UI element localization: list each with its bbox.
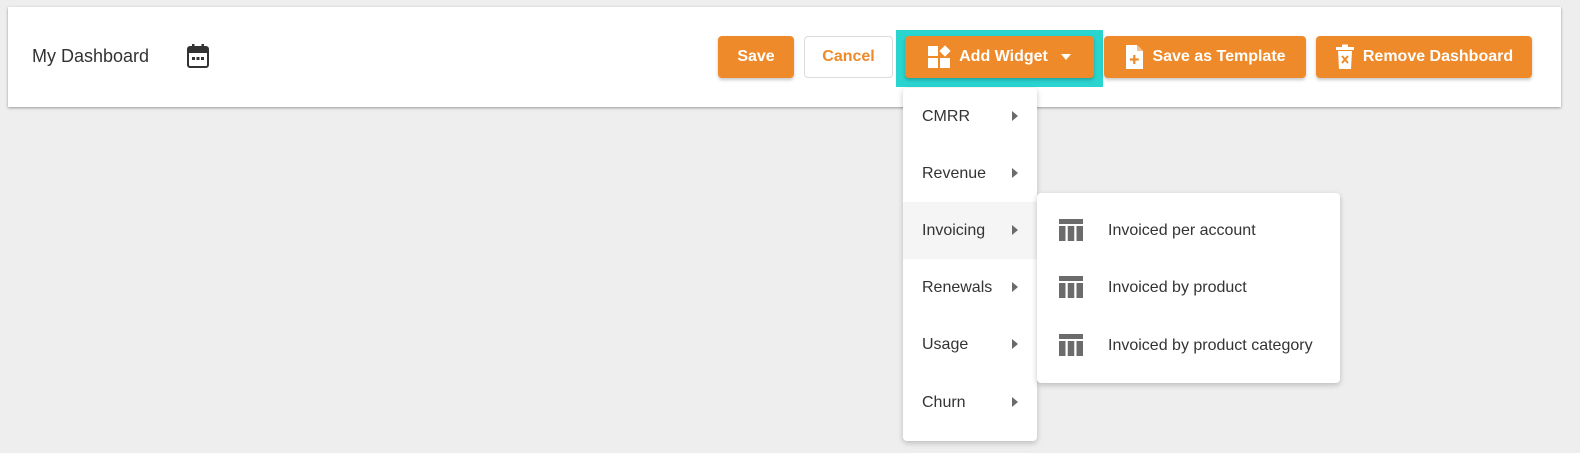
save-as-template-label: Save as Template bbox=[1152, 48, 1286, 65]
chevron-right-icon bbox=[1012, 168, 1018, 178]
widgets-icon bbox=[928, 45, 951, 68]
trash-icon bbox=[1335, 44, 1354, 69]
chevron-right-icon bbox=[1012, 397, 1018, 407]
submenu-item-label: Invoiced by product bbox=[1108, 278, 1247, 296]
menu-item-label: CMRR bbox=[922, 107, 970, 125]
menu-item-revenue[interactable]: Revenue bbox=[903, 145, 1037, 202]
calendar-icon[interactable] bbox=[186, 43, 210, 69]
chevron-right-icon bbox=[1012, 282, 1018, 292]
submenu-item-label: Invoiced per account bbox=[1108, 221, 1256, 239]
table-icon bbox=[1059, 334, 1083, 356]
menu-item-usage[interactable]: Usage bbox=[903, 316, 1037, 373]
submenu-item-label: Invoiced by product category bbox=[1108, 336, 1313, 354]
add-widget-label: Add Widget bbox=[959, 48, 1048, 65]
menu-item-label: Invoicing bbox=[922, 221, 986, 239]
add-widget-button[interactable]: Add Widget bbox=[905, 36, 1094, 78]
chevron-right-icon bbox=[1012, 111, 1018, 121]
menu-item-churn[interactable]: Churn bbox=[903, 374, 1037, 431]
page-title: My Dashboard bbox=[32, 46, 150, 66]
table-icon bbox=[1059, 219, 1083, 241]
chevron-right-icon bbox=[1012, 339, 1018, 349]
menu-item-label: Churn bbox=[922, 393, 966, 411]
save-button[interactable]: Save bbox=[718, 36, 794, 78]
menu-item-label: Renewals bbox=[922, 278, 993, 296]
menu-item-label: Revenue bbox=[922, 164, 987, 182]
submenu-item-invoiced-by-product-category[interactable]: Invoiced by product category bbox=[1037, 317, 1340, 374]
menu-item-renewals[interactable]: Renewals bbox=[903, 259, 1037, 316]
invoicing-submenu: Invoiced per account Invoiced by product… bbox=[1037, 193, 1340, 383]
chevron-right-icon bbox=[1012, 225, 1018, 235]
menu-item-invoicing[interactable]: Invoicing bbox=[903, 202, 1037, 259]
remove-dashboard-label: Remove Dashboard bbox=[1362, 48, 1514, 65]
submenu-item-invoiced-by-product[interactable]: Invoiced by product bbox=[1037, 259, 1340, 316]
caret-down-icon bbox=[1060, 54, 1071, 60]
menu-item-cmrr[interactable]: CMRR bbox=[903, 88, 1037, 145]
cancel-button[interactable]: Cancel bbox=[804, 36, 893, 78]
remove-dashboard-button[interactable]: Remove Dashboard bbox=[1316, 36, 1532, 78]
dashboard-toolbar: My Dashboard Save Cancel Add Widget Save… bbox=[8, 7, 1561, 107]
save-as-template-button[interactable]: Save as Template bbox=[1104, 36, 1306, 78]
submenu-item-invoiced-per-account[interactable]: Invoiced per account bbox=[1037, 202, 1340, 259]
menu-item-label: Usage bbox=[922, 335, 969, 353]
table-icon bbox=[1059, 276, 1083, 298]
file-add-icon bbox=[1126, 45, 1144, 69]
add-widget-menu: CMRR Revenue Invoicing Renewals Usage Ch… bbox=[903, 88, 1037, 441]
